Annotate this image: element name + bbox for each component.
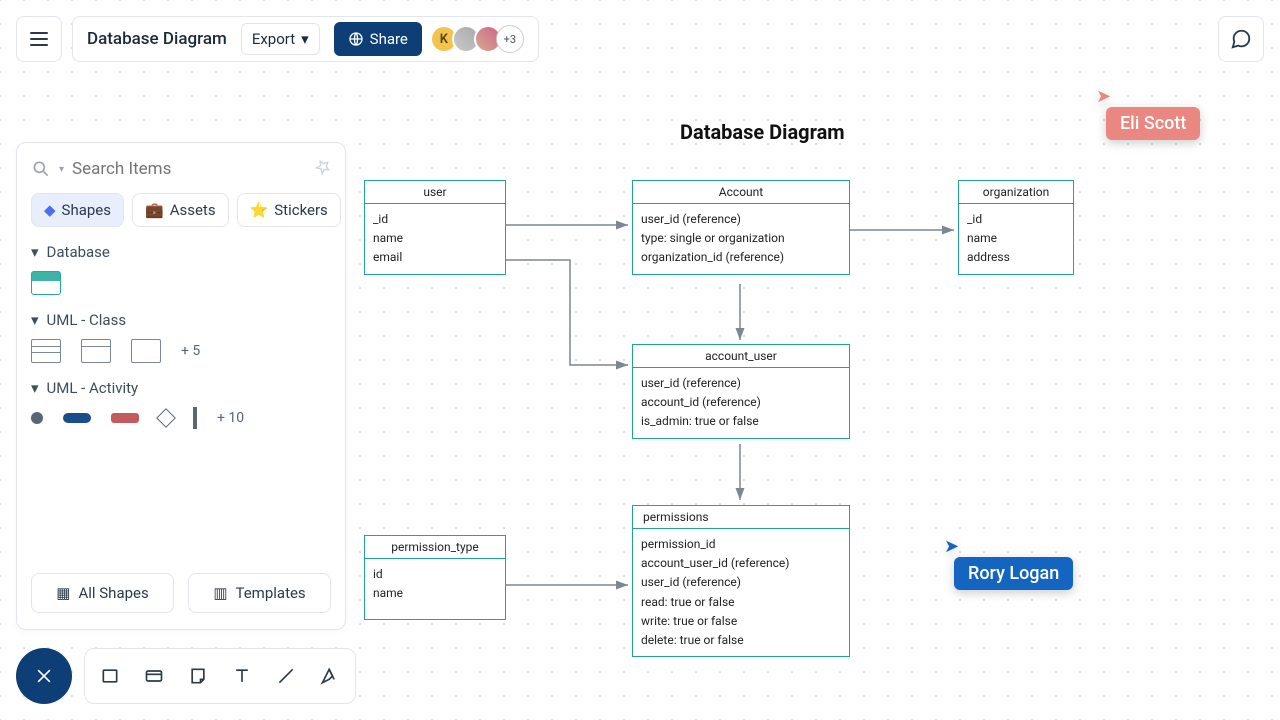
entity-account-user[interactable]: account_user user_id (reference) account… — [632, 344, 850, 439]
collaborator-label: Rory Logan — [954, 557, 1073, 590]
tab-assets[interactable]: 💼 Assets — [132, 193, 229, 227]
top-bar: Database Diagram Export ▾ Share K +3 — [16, 16, 539, 62]
db-table-shape[interactable] — [31, 271, 61, 295]
template-icon: ▥ — [213, 584, 227, 602]
category-label: UML - Activity — [47, 379, 139, 397]
export-button[interactable]: Export ▾ — [241, 23, 320, 55]
entity-body: user_id (reference) type: single or orga… — [633, 204, 849, 274]
doc-title[interactable]: Database Diagram — [87, 29, 227, 49]
tab-stickers[interactable]: ⭐ Stickers — [237, 193, 341, 227]
share-label: Share — [370, 30, 408, 48]
button-label: All Shapes — [78, 584, 148, 602]
speech-bubble-icon — [1230, 28, 1252, 50]
entity-header: account_user — [633, 345, 849, 368]
entity-header: user — [365, 181, 505, 204]
entity-header: organization — [959, 181, 1073, 204]
tab-label: Shapes — [62, 201, 111, 219]
entity-user[interactable]: user _id name email — [364, 180, 506, 275]
collaborator-label: Eli Scott — [1106, 107, 1200, 140]
shapes-panel: ▾ ◆ Shapes 💼 Assets ⭐ Stickers ▾ Databas… — [16, 142, 346, 630]
all-shapes-button[interactable]: ▦ All Shapes — [31, 573, 174, 613]
title-toolbar: Database Diagram Export ▾ Share K +3 — [72, 16, 539, 62]
pin-icon[interactable] — [315, 159, 331, 179]
note-tool[interactable] — [187, 665, 209, 687]
tool-strip — [84, 648, 356, 704]
button-label: Templates — [236, 584, 306, 602]
cursor-icon: ➤ — [1096, 86, 1111, 107]
menu-button[interactable] — [16, 16, 62, 62]
search-dropdown-icon[interactable]: ▾ — [59, 164, 64, 175]
collaborator-cursor-rory: ➤ Rory Logan — [954, 536, 1073, 590]
cursor-icon: ➤ — [944, 536, 959, 557]
more-shapes[interactable]: + 5 — [181, 343, 200, 359]
collaborator-avatars[interactable]: K +3 — [436, 25, 524, 53]
entity-permission-type[interactable]: permission_type id name — [364, 535, 506, 620]
collaborator-cursor-eli: ➤ Eli Scott — [1106, 86, 1200, 140]
briefcase-icon: 💼 — [145, 201, 164, 219]
category-label: UML - Class — [47, 311, 127, 329]
category-uml-class[interactable]: ▾ UML - Class — [31, 311, 331, 329]
activity-action-shape[interactable] — [63, 413, 91, 423]
category-database[interactable]: ▾ Database — [31, 243, 331, 261]
close-icon — [34, 666, 54, 686]
entity-header: Account — [633, 181, 849, 204]
search-input[interactable] — [72, 159, 307, 179]
grid-icon: ▦ — [56, 584, 70, 602]
uml-class-shape[interactable] — [131, 339, 161, 363]
entity-header: permissions — [633, 506, 849, 529]
comments-button[interactable] — [1218, 16, 1264, 62]
bottom-toolbar — [16, 648, 356, 704]
entity-body: _id name address — [959, 204, 1073, 274]
activity-decision-shape[interactable] — [156, 408, 176, 428]
category-label: Database — [47, 243, 110, 261]
panel-tabs: ◆ Shapes 💼 Assets ⭐ Stickers — [31, 193, 331, 227]
activity-action-shape[interactable] — [111, 413, 139, 423]
hamburger-icon — [30, 32, 48, 46]
uml-class-shape[interactable] — [81, 339, 111, 363]
uml-class-shape[interactable] — [31, 339, 61, 363]
entity-account[interactable]: Account user_id (reference) type: single… — [632, 180, 850, 275]
activity-bar-shape[interactable] — [193, 407, 197, 429]
share-button[interactable]: Share — [334, 22, 422, 56]
entity-organization[interactable]: organization _id name address — [958, 180, 1074, 275]
star-icon: ⭐ — [250, 201, 269, 219]
diamond-icon: ◆ — [44, 201, 56, 219]
avatar-overflow[interactable]: +3 — [496, 25, 524, 53]
export-label: Export — [252, 30, 295, 48]
line-tool[interactable] — [275, 665, 297, 687]
text-tool[interactable] — [231, 665, 253, 687]
more-shapes[interactable]: + 10 — [217, 410, 244, 426]
entity-body: user_id (reference) account_id (referenc… — [633, 368, 849, 438]
category-uml-activity[interactable]: ▾ UML - Activity — [31, 379, 331, 397]
activity-start-shape[interactable] — [31, 412, 43, 424]
chevron-down-icon: ▾ — [301, 30, 309, 48]
tab-shapes[interactable]: ◆ Shapes — [31, 193, 124, 227]
entity-body: id name — [365, 559, 505, 619]
entity-permissions[interactable]: permissions permission_id account_user_i… — [632, 505, 850, 657]
close-fab[interactable] — [16, 648, 72, 704]
diagram-title: Database Diagram — [680, 120, 845, 144]
search-icon — [31, 159, 51, 179]
rectangle-tool[interactable] — [99, 665, 121, 687]
globe-icon — [348, 31, 364, 47]
tab-label: Assets — [170, 201, 216, 219]
entity-header: permission_type — [365, 536, 505, 559]
templates-button[interactable]: ▥ Templates — [188, 573, 331, 613]
tab-label: Stickers — [274, 201, 328, 219]
card-tool[interactable] — [143, 665, 165, 687]
entity-body: _id name email — [365, 204, 505, 274]
pen-tool[interactable] — [319, 665, 341, 687]
entity-body: permission_id account_user_id (reference… — [633, 529, 849, 656]
